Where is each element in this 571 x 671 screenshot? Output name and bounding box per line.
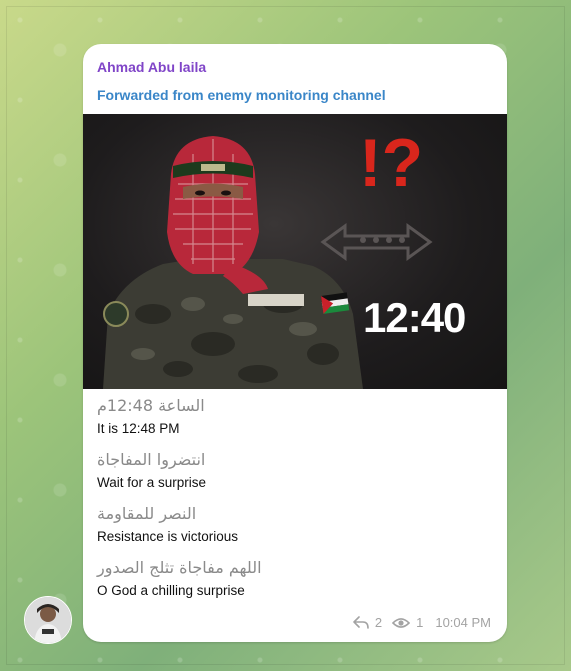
caption-line: النصر للمقاومة Resistance is victorious	[97, 505, 493, 545]
message-bubble[interactable]: Ahmad Abu laila Forwarded from enemy mon…	[83, 44, 507, 642]
sender-name[interactable]: Ahmad Abu laila	[97, 59, 206, 75]
eye-icon	[392, 617, 411, 629]
caption-line: الساعة 12:48م It is 12:48 PM	[97, 397, 493, 437]
replies-count[interactable]: 2	[375, 615, 382, 630]
caption-arabic: الساعة 12:48م	[97, 396, 205, 415]
caption-line: اللهم مفاجاة تثلج الصدور O God a chillin…	[97, 559, 493, 599]
caption-english: Wait for a surprise	[97, 475, 207, 490]
caption-arabic: اللهم مفاجاة تثلج الصدور	[97, 558, 262, 577]
caption-english: Resistance is victorious	[97, 529, 239, 544]
message-meta: 2 1 10:04 PM	[353, 615, 491, 630]
caption-arabic: النصر للمقاومة	[97, 504, 197, 523]
forwarded-from-label[interactable]: Forwarded from enemy monitoring channel	[97, 87, 386, 103]
photo-illustration	[103, 136, 433, 389]
views-count: 1	[416, 615, 424, 630]
message-caption: الساعة 12:48م It is 12:48 PM انتضروا الم…	[97, 397, 493, 613]
sender-avatar[interactable]	[24, 596, 72, 644]
caption-line: انتضروا المفاجاة Wait for a surprise	[97, 451, 493, 491]
message-time: 10:04 PM	[435, 615, 491, 630]
overlay-question-marks: !?	[359, 125, 424, 201]
caption-arabic: انتضروا المفاجاة	[97, 450, 206, 469]
reply-arrow-icon[interactable]	[353, 616, 369, 629]
message-photo[interactable]: !? 12:40	[83, 114, 507, 389]
caption-english: It is 12:48 PM	[97, 421, 180, 436]
overlay-time-text: 12:40	[363, 294, 466, 341]
caption-english: O God a chilling surprise	[97, 583, 245, 598]
